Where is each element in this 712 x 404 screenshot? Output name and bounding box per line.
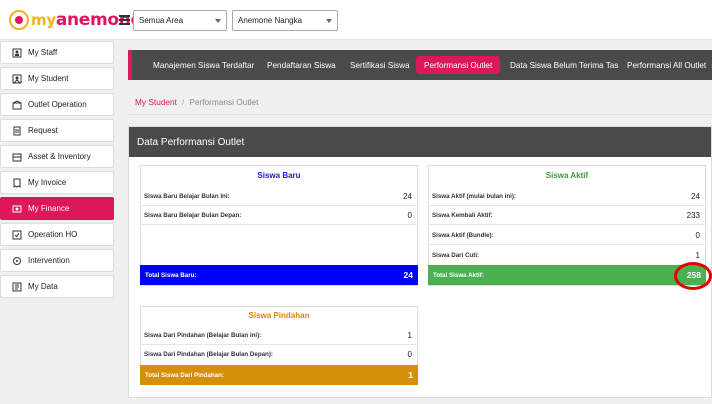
sidebar-item-label: My Data bbox=[28, 282, 58, 291]
sidebar-item-label: My Invoice bbox=[28, 178, 67, 187]
sidebar-item-my-finance[interactable]: My Finance bbox=[0, 197, 114, 220]
divider bbox=[140, 344, 418, 345]
breadcrumb-link-my-student[interactable]: My Student bbox=[135, 97, 177, 107]
sidebar-item-label: My Student bbox=[28, 74, 69, 83]
sidebar-item-operation-ho[interactable]: Operation HO bbox=[0, 223, 114, 246]
divider bbox=[140, 205, 418, 206]
siswa-pindahan-row: Siswa Dari Pindahan (Belajar Bulan Depan… bbox=[144, 349, 412, 359]
outlet-icon bbox=[11, 99, 22, 110]
sidebar-item-label: My Finance bbox=[28, 204, 70, 213]
siswa-pindahan-row: Siswa Dari Pindahan (Belajar Bulan ini):… bbox=[144, 330, 412, 340]
siswa-aktif-title: Siswa Aktif bbox=[545, 171, 589, 180]
tab-sertifikasi-siswa[interactable]: Sertifikasi Siswa bbox=[350, 50, 410, 80]
chevron-down-icon bbox=[326, 19, 332, 23]
tab-bar: Manajemen Siswa Terdaftar Pendaftaran Si… bbox=[128, 50, 712, 80]
siswa-aktif-row: Siswa Aktif (Bundle): 0 bbox=[432, 230, 700, 240]
divider bbox=[428, 205, 706, 206]
sidebar-item-label: My Staff bbox=[28, 48, 58, 57]
data-icon bbox=[11, 281, 22, 292]
siswa-pindahan-title: Siswa Pindahan bbox=[248, 311, 310, 320]
outlet-select-value: Anemone Nangka bbox=[238, 16, 303, 25]
divider bbox=[428, 224, 706, 225]
sidebar-item-label: Outlet Operation bbox=[28, 100, 87, 109]
request-icon bbox=[11, 125, 22, 136]
tab-data-siswa-belum-terima-tas[interactable]: Data Siswa Belum Terima Tas bbox=[510, 50, 618, 80]
divider bbox=[428, 244, 706, 245]
siswa-pindahan-total: Total Siswa Dari Pindahan: 1 bbox=[140, 365, 418, 385]
divider bbox=[128, 114, 712, 115]
sidebar-item-label: Asset & Inventory bbox=[28, 152, 91, 161]
finance-icon bbox=[11, 203, 22, 214]
sidebar-item-label: Intervention bbox=[28, 256, 70, 265]
area-select[interactable]: Semua Area bbox=[133, 10, 227, 31]
breadcrumb-current: Performansi Outlet bbox=[189, 97, 259, 107]
sidebar-item-asset-inventory[interactable]: Asset & Inventory bbox=[0, 145, 114, 168]
student-icon bbox=[11, 73, 22, 84]
outlet-select[interactable]: Anemone Nangka bbox=[232, 10, 338, 31]
breadcrumb-separator: / bbox=[181, 97, 185, 107]
tab-pendaftaran-siswa[interactable]: Pendaftaran Siswa bbox=[267, 50, 336, 80]
operation-icon bbox=[11, 229, 22, 240]
siswa-baru-row: Siswa Baru Belajar Bulan Depan: 0 bbox=[144, 210, 412, 220]
area-select-value: Semua Area bbox=[139, 16, 184, 25]
inventory-icon bbox=[11, 151, 22, 162]
tab-performansi-outlet[interactable]: Performansi Outlet bbox=[416, 56, 501, 74]
breadcrumb: My Student / Performansi Outlet bbox=[135, 97, 258, 107]
siswa-baru-total: Total Siswa Baru: 24 bbox=[140, 265, 418, 285]
top-bar: myanemone Semua Area Anemone Nangka bbox=[0, 0, 712, 40]
highlight-circle-annotation bbox=[674, 262, 712, 290]
intervention-icon bbox=[11, 255, 22, 266]
sidebar: My Staff My Student Outlet Operation Req… bbox=[0, 40, 116, 404]
siswa-baru-title: Siswa Baru bbox=[257, 171, 301, 180]
sidebar-item-request[interactable]: Request bbox=[0, 119, 114, 142]
logo-mark-icon bbox=[9, 10, 29, 30]
sidebar-item-label: Request bbox=[28, 126, 58, 135]
sidebar-item-outlet-operation[interactable]: Outlet Operation bbox=[0, 93, 114, 116]
sidebar-item-my-staff[interactable]: My Staff bbox=[0, 41, 114, 64]
sidebar-item-my-student[interactable]: My Student bbox=[0, 67, 114, 90]
tab-manajemen-siswa-terdaftar[interactable]: Manajemen Siswa Terdaftar bbox=[153, 50, 254, 80]
invoice-icon bbox=[11, 177, 22, 188]
siswa-baru-row: Siswa Baru Belajar Bulan Ini: 24 bbox=[144, 191, 412, 201]
siswa-aktif-total: Total Siswa Aktif: 258 bbox=[428, 265, 706, 285]
divider bbox=[140, 224, 418, 225]
siswa-aktif-row: Siswa Aktif (mulai bulan ini): 24 bbox=[432, 191, 700, 201]
menu-toggle-icon[interactable] bbox=[119, 15, 130, 25]
sidebar-item-my-invoice[interactable]: My Invoice bbox=[0, 171, 114, 194]
tab-performansi-all-outlet[interactable]: Performansi All Outlet» bbox=[627, 50, 712, 80]
siswa-aktif-row: Siswa Kembali Aktif: 233 bbox=[432, 210, 700, 220]
siswa-aktif-row: Siswa Dari Cuti: 1 bbox=[432, 250, 700, 260]
chevron-down-icon bbox=[215, 19, 221, 23]
sidebar-item-intervention[interactable]: Intervention bbox=[0, 249, 114, 272]
sidebar-item-my-data[interactable]: My Data bbox=[0, 275, 114, 298]
sidebar-item-label: Operation HO bbox=[28, 230, 78, 239]
panel-title: Data Performansi Outlet bbox=[129, 127, 711, 157]
staff-icon bbox=[11, 47, 22, 58]
